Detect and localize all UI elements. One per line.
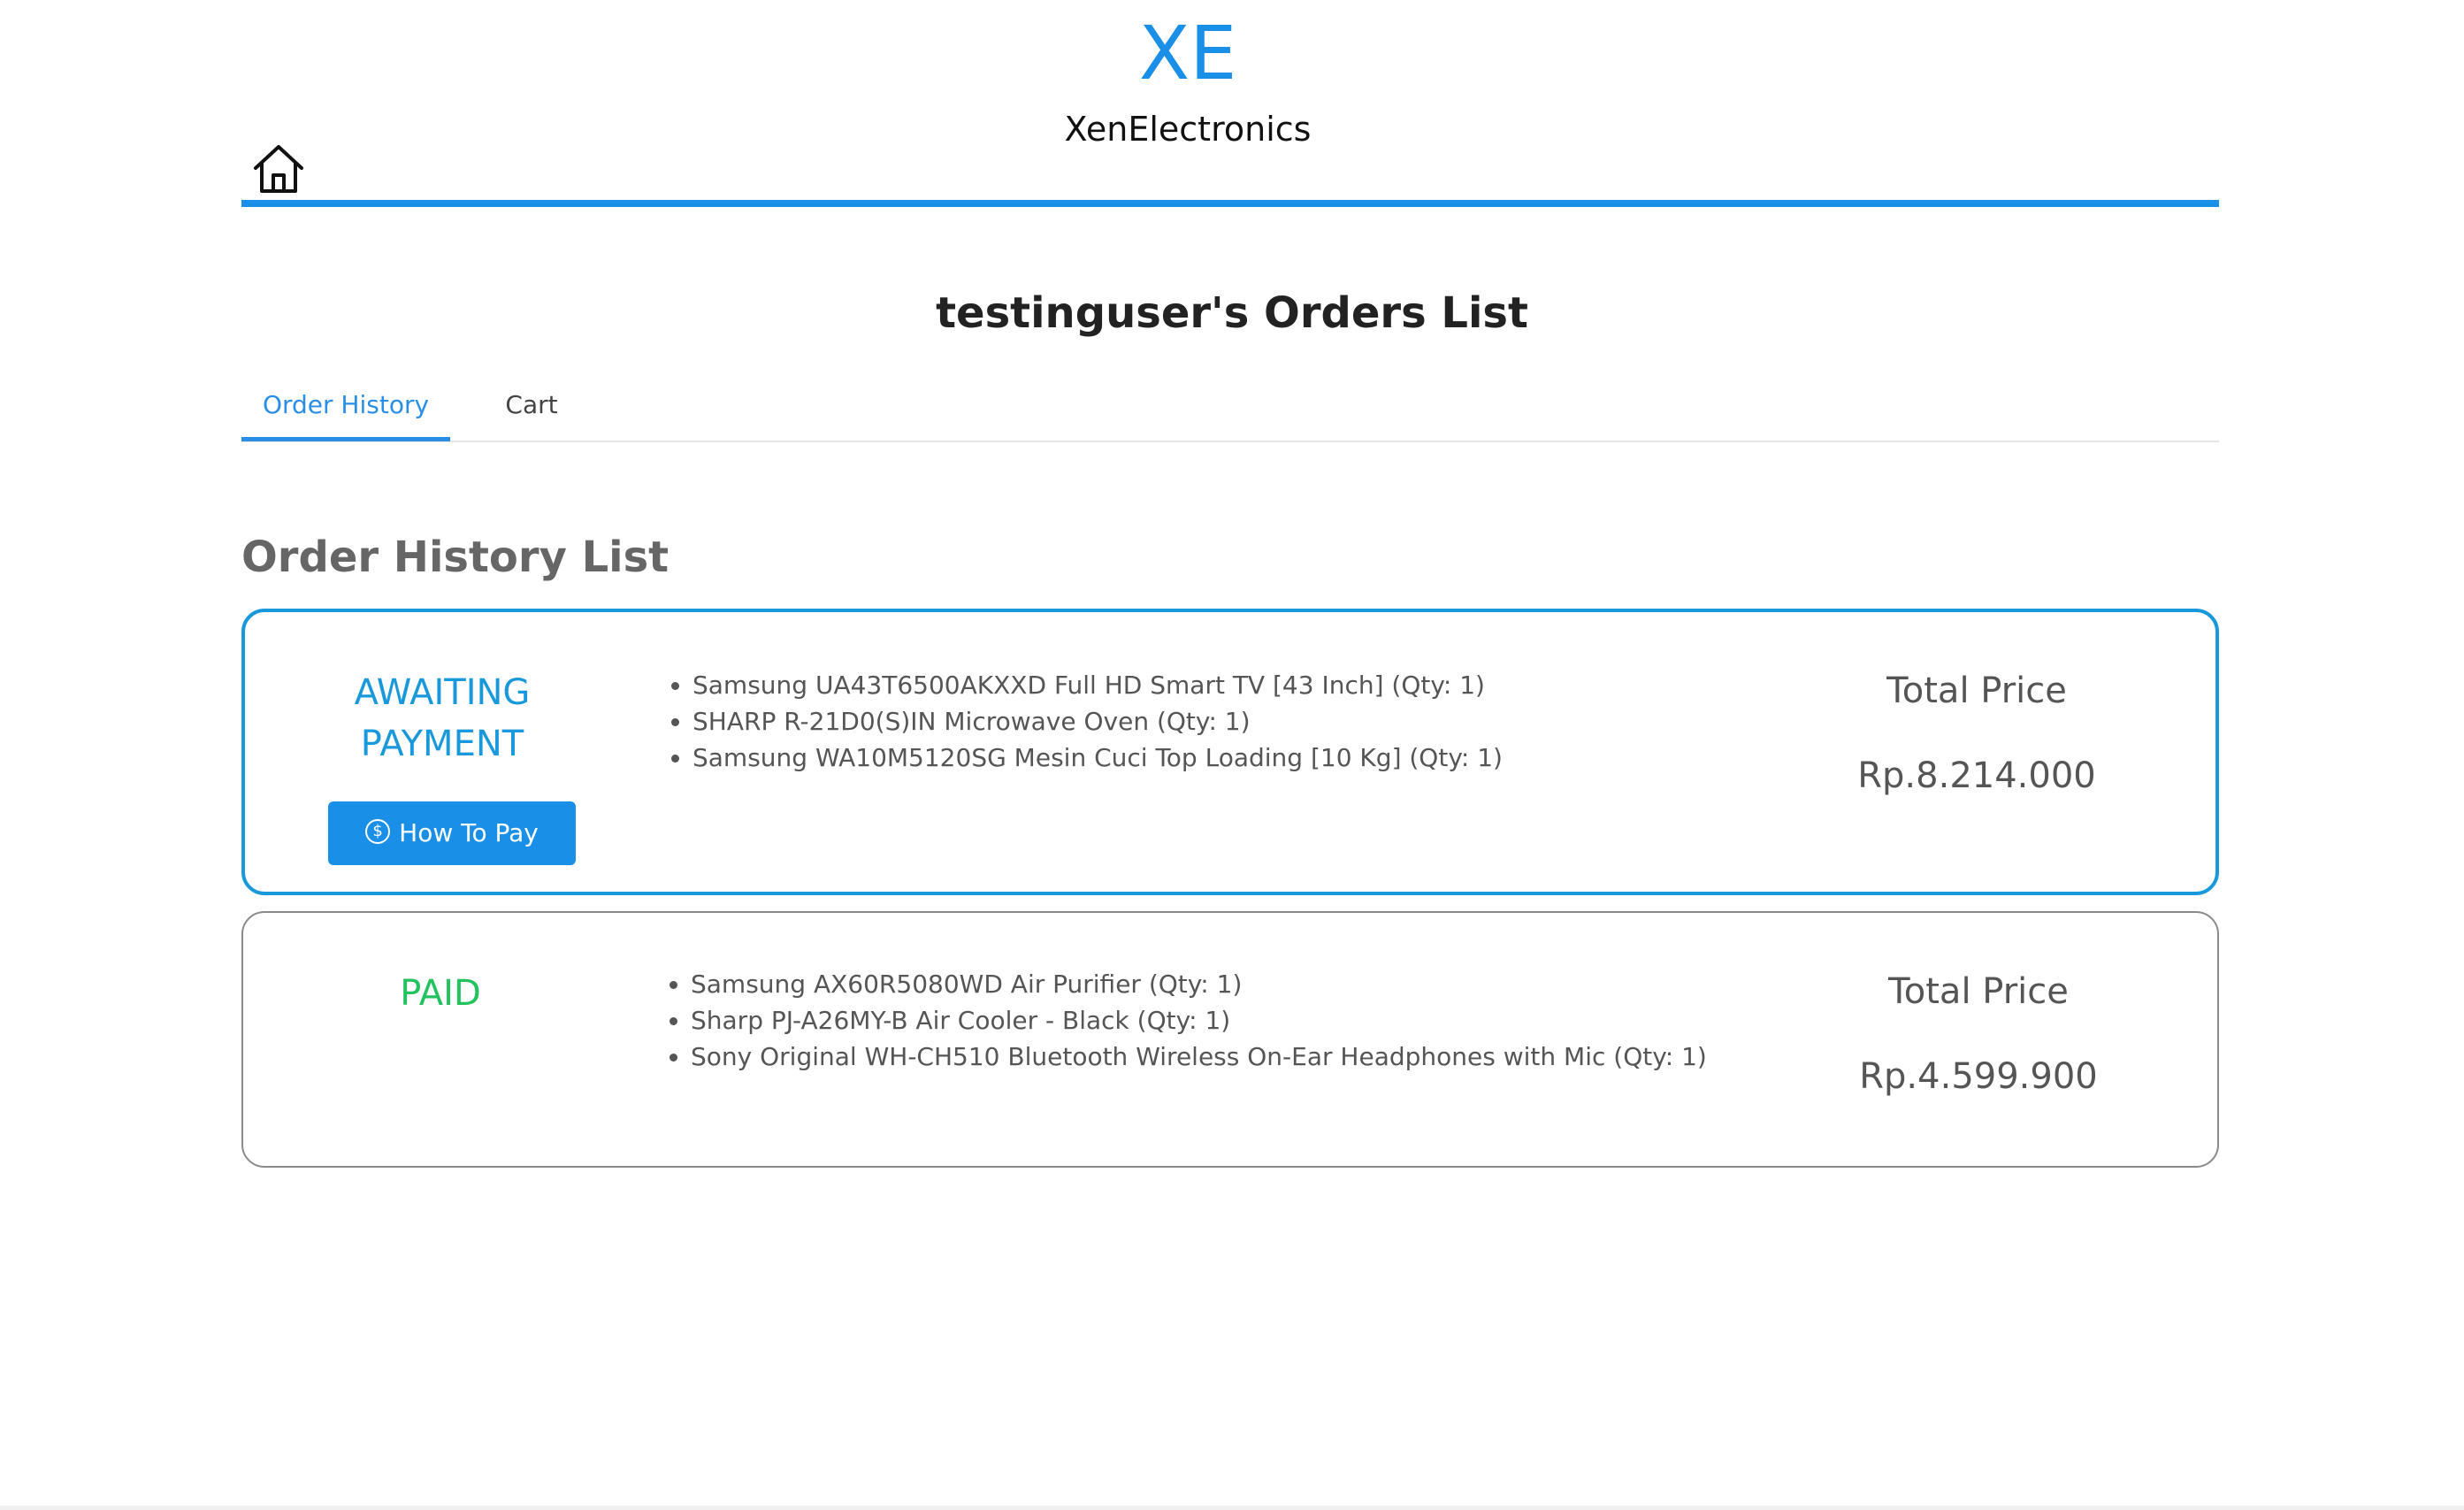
total-price-label: Total Price — [1886, 671, 2067, 711]
order-status-line: PAID — [400, 973, 481, 1014]
price-box: Total Price Rp.8.214.000 — [1809, 663, 2145, 803]
order-status: PAID — [296, 968, 585, 1019]
list-item: Samsung AX60R5080WD Air Purifier (Qty: 1… — [691, 966, 1707, 1002]
tab-bar: Order History Cart — [241, 372, 2219, 442]
home-icon-graphic — [254, 145, 303, 193]
order-status-line: AWAITING — [354, 672, 531, 713]
header-divider — [241, 200, 2219, 207]
order-items-list: Samsung UA43T6500AKXXD Full HD Smart TV … — [657, 667, 1503, 776]
section-title: Order History List — [241, 533, 670, 582]
brand-name: XenElectronics — [1064, 110, 1312, 149]
how-to-pay-button[interactable]: $ How To Pay — [328, 801, 576, 865]
how-to-pay-label: How To Pay — [399, 818, 539, 847]
list-item: Samsung WA10M5120SG Mesin Cuci Top Loadi… — [693, 740, 1503, 776]
tab-cart[interactable]: Cart — [450, 372, 613, 439]
order-status: AWAITING PAYMENT — [298, 667, 586, 770]
list-item: Sony Original WH-CH510 Bluetooth Wireles… — [691, 1039, 1707, 1075]
dollar-circle-icon: $ — [365, 819, 391, 844]
price-box: Total Price Rp.4.599.900 — [1810, 964, 2146, 1104]
order-card[interactable]: AWAITING PAYMENT $ How To Pay Samsung UA4… — [241, 609, 2219, 895]
brand-logo[interactable]: XE — [0, 7, 2376, 99]
total-price-label: Total Price — [1888, 971, 2069, 1012]
order-card[interactable]: PAID Samsung AX60R5080WD Air Purifier (Q… — [241, 911, 2219, 1168]
tab-order-history[interactable]: Order History — [241, 372, 450, 441]
list-item: Samsung UA43T6500AKXXD Full HD Smart TV … — [693, 667, 1503, 703]
home-icon[interactable] — [251, 142, 306, 196]
orders-page: XE XenElectronics testinguser's Orders L… — [0, 0, 2464, 1510]
list-item: Sharp PJ-A26MY-B Air Cooler - Black (Qty… — [691, 1002, 1707, 1039]
page-title: testinguser's Orders List — [936, 288, 1528, 338]
order-items-list: Samsung AX60R5080WD Air Purifier (Qty: 1… — [655, 966, 1707, 1075]
order-status-line: PAYMENT — [360, 724, 524, 764]
list-item: SHARP R-21D0(S)IN Microwave Oven (Qty: 1… — [693, 703, 1503, 740]
total-price-value: Rp.8.214.000 — [1857, 755, 2096, 796]
total-price-value: Rp.4.599.900 — [1859, 1056, 2098, 1097]
footer-divider — [0, 1506, 2464, 1510]
